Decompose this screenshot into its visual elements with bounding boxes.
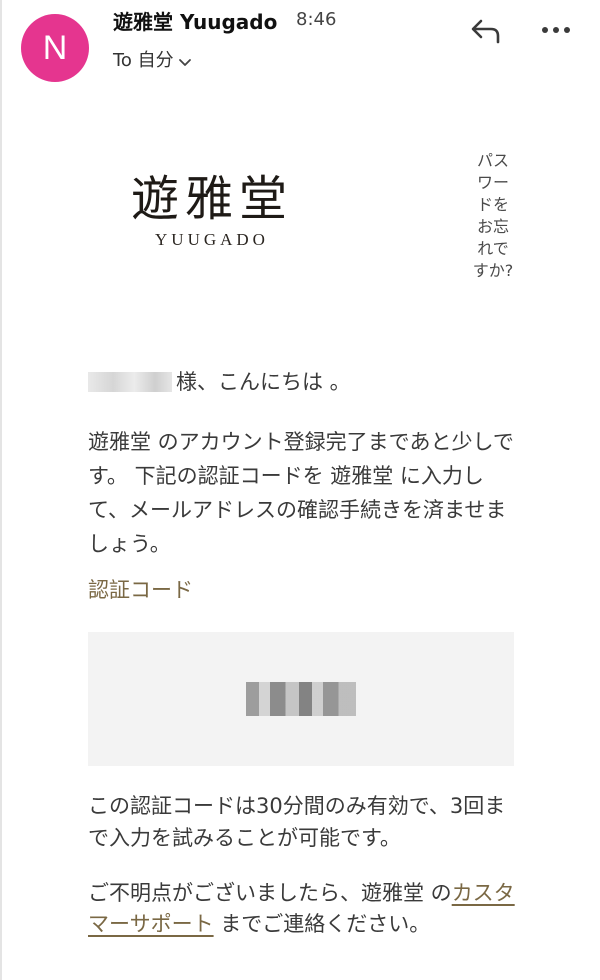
validity-note: この認証コードは30分間のみ有効で、3回まで入力を試みることが可能です。 (88, 794, 506, 850)
forgot-password-link[interactable]: パス ワー ドを お忘 れで すか? (465, 150, 521, 282)
forgot-line: れで (477, 239, 509, 258)
forgot-line: パス (476, 151, 509, 170)
sender-name: 遊雅堂 Yuugado (113, 10, 278, 34)
reply-icon[interactable] (469, 16, 503, 46)
contact-text-end: までご連絡ください。 (213, 912, 431, 936)
brand-logo-roman: YUUGADO (155, 230, 269, 249)
left-border (0, 0, 2, 980)
forgot-line: お忘 (476, 217, 509, 236)
forgot-line: すか? (472, 261, 514, 280)
chevron-down-icon[interactable] (178, 51, 192, 72)
recipient-label: To 自分 (113, 50, 174, 71)
contact-text: ご不明点がございましたら、遊雅堂 の (88, 881, 452, 905)
contact-note: ご不明点がございましたら、遊雅堂 のカスタマーサポート までご連絡ください。 (88, 878, 518, 940)
more-icon[interactable] (538, 18, 574, 42)
forgot-line: ドを (476, 195, 509, 214)
timestamp: 8:46 (296, 9, 337, 30)
redacted-name (88, 372, 172, 392)
recipient-toggle[interactable]: To 自分 (113, 46, 192, 72)
verification-code-box (88, 632, 514, 766)
brand-logo-kanji: 遊雅堂 (130, 171, 293, 227)
sender-avatar[interactable]: N (21, 14, 89, 82)
verification-code-label: 認証コード (88, 578, 193, 602)
greeting-text: 様、こんにちは 。 (176, 370, 351, 394)
forgot-line: ワー (476, 173, 509, 192)
brand-logo: 遊雅堂 YUUGADO (112, 170, 312, 250)
greeting: 様、こんにちは 。 (88, 366, 351, 396)
redacted-code (246, 682, 356, 716)
body-paragraph: 遊雅堂 のアカウント登録完了まであと少しです。 下記の認証コードを 遊雅堂 に入… (88, 430, 514, 556)
